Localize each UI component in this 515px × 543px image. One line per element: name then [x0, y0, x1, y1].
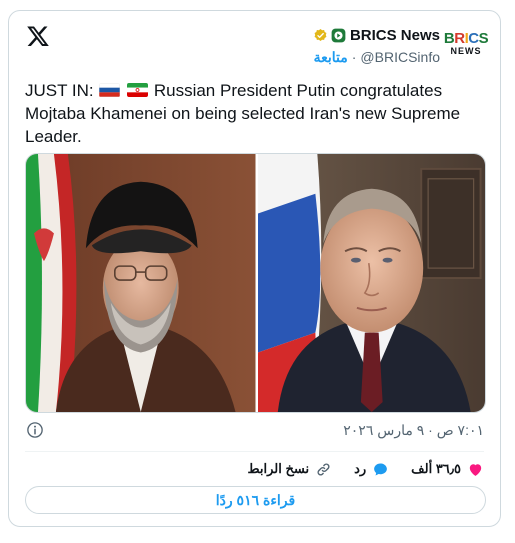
iran-flag-icon	[127, 83, 149, 97]
avatar[interactable]: BRICS NEWS	[443, 25, 489, 61]
verified-badge-icon	[314, 28, 327, 41]
author-handle-row: متابعة · @BRICSinfo	[314, 47, 440, 67]
author-block[interactable]: BRICS News متابعة · @BRICSinfo BRICS NEW…	[313, 25, 489, 71]
reply-label: رد	[354, 461, 367, 476]
subscription-badge-icon	[331, 28, 346, 42]
author-name-row: BRICS News	[313, 25, 440, 45]
copy-link-label: نسخ الرابط	[247, 461, 310, 476]
follow-link[interactable]: متابعة	[314, 49, 348, 66]
heart-icon	[469, 463, 482, 476]
tweet-media[interactable]	[25, 153, 486, 413]
reply-button[interactable]: رد	[354, 461, 389, 478]
like-button[interactable]: ٣٦٫٥ ألف	[411, 461, 484, 478]
photo-putin[interactable]	[255, 154, 485, 412]
separator-dot: ·	[351, 49, 357, 65]
author-text: BRICS News متابعة · @BRICSinfo	[313, 25, 440, 67]
link-icon	[317, 463, 330, 475]
action-bar: ٣٦٫٥ ألف رد نسخ الرابط	[25, 458, 484, 480]
tweet-text: JUST IN: Russian President Putin congrat…	[25, 79, 491, 148]
avatar-logo-bottom: NEWS	[450, 45, 482, 56]
timestamp-row: ٧:٠١ ص · ٩ مارس ٢٠٢٦	[25, 421, 484, 441]
read-replies-button[interactable]: قراءة ٥١٦ ردًا	[25, 486, 486, 514]
author-handle[interactable]: @BRICSinfo	[360, 49, 440, 65]
tweet-timestamp[interactable]: ٧:٠١ ص · ٩ مارس ٢٠٢٦	[343, 422, 484, 439]
copy-link-button[interactable]: نسخ الرابط	[248, 461, 333, 478]
embedded-tweet-card[interactable]: BRICS News متابعة · @BRICSinfo BRICS NEW…	[8, 10, 501, 527]
reply-icon	[374, 462, 388, 476]
tweet-prefix: JUST IN:	[25, 81, 94, 100]
author-display-name[interactable]: BRICS News	[350, 27, 440, 44]
like-count: ٣٦٫٥ ألف	[411, 461, 461, 476]
divider	[25, 451, 484, 452]
avatar-logo-top: BRICS	[443, 29, 489, 47]
russia-flag-icon	[99, 83, 121, 97]
photo-khamenei[interactable]	[26, 154, 256, 412]
info-icon[interactable]	[26, 421, 44, 439]
x-logo-icon[interactable]	[26, 24, 50, 48]
portrait-putin-image	[257, 154, 485, 412]
portrait-khamenei-image	[26, 154, 256, 412]
